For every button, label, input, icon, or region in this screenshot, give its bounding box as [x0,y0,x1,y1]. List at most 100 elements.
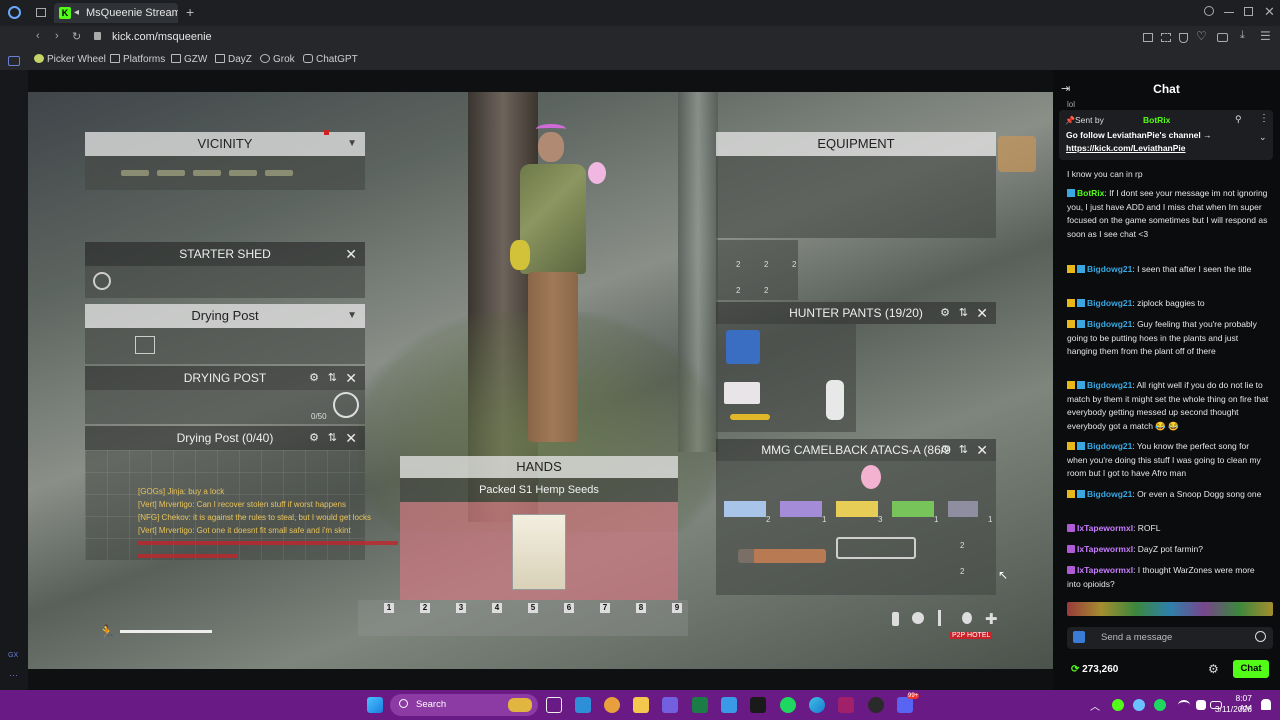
heart-icon[interactable]: ♡ [1196,29,1207,43]
obs-icon[interactable] [868,697,884,713]
wifi-icon[interactable] [1178,700,1190,710]
excel-icon[interactable] [692,697,708,713]
sidebar-app-icon[interactable] [8,56,20,66]
close-icon[interactable]: ✕ [976,302,988,324]
vicinity-item[interactable] [157,170,185,176]
equipment-slots[interactable] [716,156,996,238]
capcut-icon[interactable] [750,697,766,713]
chat-username[interactable]: IxTapewormxI [1077,544,1133,554]
drying-post-header[interactable]: DRYING POST ⚙ ⇅ ✕ [85,366,365,390]
close-icon[interactable]: ✕ [976,439,988,461]
screenshot-icon[interactable] [1161,33,1171,42]
maximize-button[interactable] [1244,7,1253,16]
hands-item-slot[interactable] [400,502,678,600]
task-view-icon[interactable] [546,697,562,713]
pin-toggle-icon[interactable]: ⚲ [1235,114,1242,125]
volume-icon[interactable] [1196,700,1206,710]
vicinity-item[interactable] [193,170,221,176]
chat-username[interactable]: Bigdowg21 [1087,380,1132,390]
tab-manager-icon[interactable] [36,8,46,17]
minimize-button[interactable] [1224,12,1234,13]
paint-icon[interactable] [604,697,620,713]
pinned-link[interactable]: https://kick.com/LeviathanPie [1066,143,1186,153]
emoji-icon[interactable] [1255,631,1266,642]
map-icon[interactable] [998,136,1036,172]
url-field[interactable]: kick.com/msqueenie [112,31,212,43]
chat-username[interactable]: Bigdowg21 [1087,441,1132,451]
chat-username[interactable]: Bigdowg21 [1087,264,1132,274]
vicinity-item[interactable] [265,170,293,176]
bookmark-picker-wheel[interactable]: Picker Wheel [34,53,106,67]
hunter-pants-grid[interactable] [716,324,856,432]
wallet-icon[interactable] [1217,33,1228,42]
chat-username[interactable]: Bigdowg21 [1087,319,1132,329]
download-icon[interactable]: ⤓ [1240,29,1245,42]
hotbar-slot-8[interactable]: 8 [636,603,646,613]
close-icon[interactable]: ✕ [345,242,357,266]
bookmark-chatgpt[interactable]: ChatGPT [303,53,358,67]
hotbar-slot-7[interactable]: 7 [600,603,610,613]
hotbar-slot-1[interactable]: 1 [384,603,394,613]
apps-grid-icon[interactable] [662,697,678,713]
swap-icon[interactable]: ⇅ [959,439,968,461]
chat-username[interactable]: Bigdowg21 [1087,298,1132,308]
command-icon[interactable] [1073,631,1085,643]
back-button[interactable]: ‹ [36,30,40,42]
edge-icon[interactable] [809,697,825,713]
close-icon[interactable]: ✕ [345,366,357,390]
swap-icon[interactable]: ⇅ [959,302,968,324]
split-icon[interactable]: ⚙ [309,426,319,450]
speaker-icon[interactable]: ◂ [74,3,79,23]
hotbar-slot-2[interactable]: 2 [420,603,430,613]
bookmark-grok[interactable]: Grok [260,53,295,67]
new-tab-button[interactable]: + [186,4,194,20]
vicinity-item[interactable] [229,170,257,176]
tray-icon[interactable] [1133,699,1145,711]
close-window-button[interactable]: ✕ [1264,4,1275,20]
chat-username[interactable]: Bigdowg21 [1087,489,1132,499]
menu-icon[interactable]: ☰ [1260,29,1271,43]
hotbar-slot-9[interactable]: 9 [672,603,682,613]
windows-start-icon[interactable] [367,697,383,713]
hammer-icon[interactable] [333,392,359,418]
close-icon[interactable]: ✕ [345,426,357,450]
more-icon[interactable]: ··· [9,670,18,680]
sidebar-toggle-icon[interactable] [1143,33,1153,42]
spotify-icon[interactable] [780,697,796,713]
shield-icon[interactable] [1179,33,1188,43]
tab-active[interactable]: K ◂ MsQueenie Stream - W [54,3,178,23]
hotbar-slot-3[interactable]: 3 [456,603,466,613]
taskbar-search[interactable]: Search [390,694,538,716]
reload-button[interactable]: ↻ [72,30,81,43]
key-icon[interactable] [93,272,111,290]
starter-shed-header[interactable]: STARTER SHED ✕ [85,242,365,266]
pinned-message[interactable]: 📌 Sent by BotRix ⚲ ⋮ Go follow Leviathan… [1059,110,1273,160]
notification-bell-icon[interactable] [1261,699,1271,710]
emote-bar[interactable] [1067,602,1273,616]
swap-icon[interactable]: ⇅ [328,366,337,390]
split-icon[interactable]: ⚙ [309,366,319,390]
chevron-down-icon[interactable]: ⌄ [1259,132,1267,143]
split-icon[interactable]: ⚙ [940,302,950,324]
equipment-extra-slots[interactable]: 2 2 2 2 2 [716,240,798,300]
vicinity-header[interactable]: VICINITY ▼ [85,132,365,156]
notepad-icon[interactable] [721,697,737,713]
camelback-grid[interactable]: 2 1 3 1 1 2 2 [716,461,996,595]
taskbar-date[interactable]: 3/11/2026 [1212,704,1252,714]
chat-username[interactable]: BotRix [1077,188,1104,198]
drying-post-dropdown-header[interactable]: Drying Post ▼ [85,304,365,328]
camelback-header[interactable]: MMG CAMELBACK ATACS-A (86/9 ⚙ ⇅ ✕ [716,439,996,461]
chat-username[interactable]: IxTapewormxI [1077,523,1133,533]
chat-input[interactable]: Send a message [1067,627,1273,649]
split-icon[interactable]: ⚙ [940,439,950,461]
photos-icon[interactable] [575,697,591,713]
hotbar-slot-5[interactable]: 5 [528,603,538,613]
vicinity-item[interactable] [121,170,149,176]
kebab-menu-icon[interactable]: ⋮ [1259,113,1269,124]
opera-gx-icon[interactable] [838,697,854,713]
search-tabs-icon[interactable] [1204,6,1214,16]
forward-button[interactable]: › [55,30,59,42]
file-explorer-icon[interactable] [633,697,649,713]
hotbar-slot-4[interactable]: 4 [492,603,502,613]
channel-points[interactable]: ⟳ 273,260 [1071,664,1118,675]
